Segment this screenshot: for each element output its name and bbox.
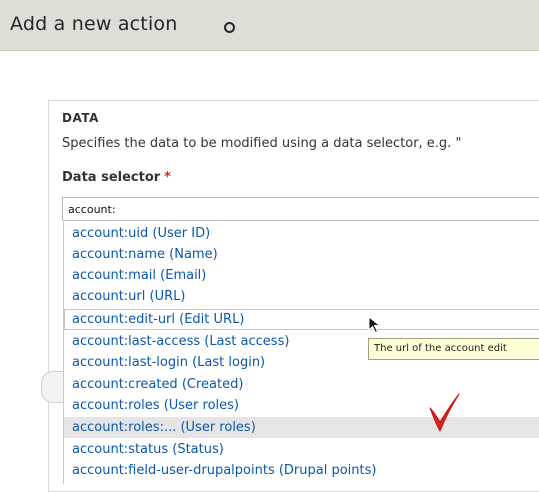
data-selector-label: Data selector * xyxy=(62,170,171,185)
circle-icon xyxy=(224,22,235,33)
data-selector-label-text: Data selector xyxy=(62,170,161,185)
partial-button[interactable] xyxy=(41,371,64,403)
mouse-cursor-icon xyxy=(368,316,381,334)
page-title: Add a new action xyxy=(10,13,178,35)
autocomplete-item-uid[interactable]: account:uid (User ID) xyxy=(64,223,539,244)
autocomplete-item-name[interactable]: account:name (Name) xyxy=(64,244,539,265)
autocomplete-item-drupalpoints[interactable]: account:field-user-drupalpoints (Drupal … xyxy=(64,460,539,481)
autocomplete-item-created[interactable]: account:created (Created) xyxy=(64,374,539,395)
page-header: Add a new action xyxy=(0,0,539,51)
required-marker: * xyxy=(164,170,171,185)
autocomplete-item-mail[interactable]: account:mail (Email) xyxy=(64,265,539,286)
data-selector-input[interactable] xyxy=(62,197,539,221)
autocomplete-item-roles-list[interactable]: account:roles:... (User roles) xyxy=(64,417,539,438)
autocomplete-item-roles[interactable]: account:roles (User roles) xyxy=(64,395,539,416)
section-description: Specifies the data to be modified using … xyxy=(62,136,462,151)
section-label: DATA xyxy=(62,111,99,125)
autocomplete-item-edit-url[interactable]: account:edit-url (Edit URL) xyxy=(64,309,539,330)
autocomplete-item-status[interactable]: account:status (Status) xyxy=(64,439,539,460)
autocomplete-item-url[interactable]: account:url (URL) xyxy=(64,286,539,307)
tooltip: The url of the account edit xyxy=(368,338,539,360)
red-checkmark-annotation-icon xyxy=(429,393,460,432)
